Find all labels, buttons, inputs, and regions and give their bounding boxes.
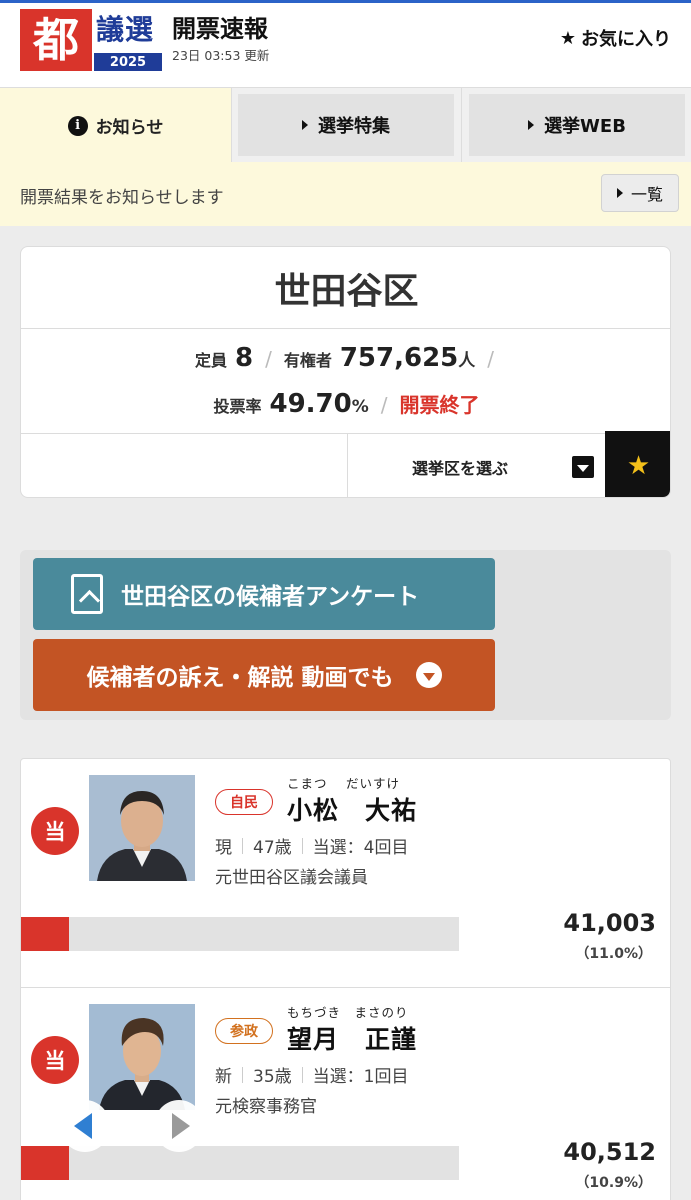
win-count: 当選：1回目 <box>312 1067 409 1087</box>
candidate-career: 元検察事務官 <box>215 1097 317 1117</box>
separator: / <box>265 347 272 371</box>
tab-notice-label: お知らせ <box>95 118 164 138</box>
turnout-unit: % <box>351 397 369 417</box>
tab-web-label: 選挙WEB <box>544 116 626 137</box>
page-title: 開票速報 <box>172 15 268 43</box>
turnout-value: 49.70 <box>269 389 352 419</box>
vote-count: 41,003 <box>563 909 656 937</box>
district-name: 世田谷区 <box>21 247 670 329</box>
candidate-survey-button[interactable]: 世田谷区の候補者アンケート <box>33 558 495 630</box>
carousel-prev-button[interactable] <box>60 1100 110 1152</box>
district-card: 世田谷区 定員 8 / 有権者 757,625人 / 投票率 49.70% / … <box>20 246 671 498</box>
candidate-meta: 現 47歳 当選：4回目 <box>215 833 408 858</box>
video-label: 候補者の訴え・解説 動画でも <box>86 665 394 691</box>
candidate-row[interactable]: 当 参政 もちづき まさのり 望月 正謹 新 35歳 当選：1回目 元検察事務官… <box>21 987 670 1200</box>
win-count: 当選：4回目 <box>312 838 409 858</box>
survey-label: 世田谷区の候補者アンケート <box>121 584 420 610</box>
photo-carousel-controls <box>58 1100 208 1152</box>
tab-bar: i お知らせ 選挙特集 選挙WEB <box>0 87 691 163</box>
incumbency-status: 新 <box>215 1067 232 1087</box>
arrow-left-icon <box>74 1113 92 1139</box>
divider <box>301 1066 303 1083</box>
candidate-meta: 新 35歳 当選：1回目 <box>215 1062 408 1087</box>
candidate-row[interactable]: 当 自民 こまつ だいすけ 小松 大祐 現 47歳 当選：4回目 元世田谷区議会… <box>21 759 670 987</box>
tab-election-web[interactable]: 選挙WEB <box>469 94 685 156</box>
tab-notice[interactable]: i お知らせ <box>0 88 232 163</box>
party-badge: 自民 <box>215 789 273 815</box>
triangle-right-icon <box>528 120 535 130</box>
favorites-label: お気に入り <box>581 29 671 50</box>
notice-bar: 開票結果をお知らせします 一覧 <box>0 162 691 226</box>
separator: / <box>380 393 388 417</box>
vote-percent: （10.9%） <box>575 1175 652 1191</box>
elected-badge: 当 <box>31 807 79 855</box>
updated-timestamp: 23日 03:53 更新 <box>172 48 270 63</box>
favorite-district-button[interactable]: ★ <box>605 431 670 497</box>
list-label: 一覧 <box>630 185 663 204</box>
candidate-name[interactable]: 小松 大祐 <box>287 791 417 827</box>
logo-word[interactable]: 議選 <box>96 8 154 48</box>
info-icon: i <box>67 115 88 136</box>
tab-divider <box>461 88 462 163</box>
voters-value: 757,625 <box>339 343 459 373</box>
candidate-career: 元世田谷区議会議員 <box>215 868 368 888</box>
star-icon: ★ <box>626 450 651 481</box>
candidate-photo[interactable] <box>89 775 195 881</box>
tab-election-feature[interactable]: 選挙特集 <box>238 94 454 156</box>
divider <box>301 837 303 854</box>
vote-share-fill <box>21 917 70 951</box>
voters-unit: 人 <box>458 351 476 371</box>
seats-label: 定員 <box>194 351 227 370</box>
turnout-label: 投票率 <box>213 397 262 416</box>
star-icon: ★ <box>559 27 576 49</box>
chevron-down-icon <box>572 456 594 478</box>
candidate-name[interactable]: 望月 正謹 <box>287 1020 417 1056</box>
district-stats-row1: 定員 8 / 有権者 757,625人 / <box>21 343 670 373</box>
logo-year: 2025 <box>94 53 162 71</box>
favorites-button[interactable]: ★ お気に入り <box>560 25 671 51</box>
divider <box>242 1066 243 1083</box>
district-select-label: 選挙区を選ぶ <box>412 459 509 478</box>
district-select-row: 選挙区を選ぶ ★ <box>21 431 670 497</box>
seats-value: 8 <box>234 343 254 373</box>
vote-count: 40,512 <box>563 1138 656 1166</box>
divider <box>242 837 243 854</box>
separator: / <box>487 347 495 371</box>
district-select-dropdown[interactable]: 選挙区を選ぶ <box>347 434 605 497</box>
carousel-next-button[interactable] <box>154 1100 204 1152</box>
candidate-video-button[interactable]: 候補者の訴え・解説 動画でも <box>33 639 495 711</box>
chevron-down-circle-icon <box>415 662 442 688</box>
arrow-right-icon <box>172 1113 190 1139</box>
party-badge: 参政 <box>215 1018 273 1044</box>
elected-badge: 当 <box>31 1036 79 1084</box>
notice-text[interactable]: 開票結果をお知らせします <box>20 183 224 208</box>
candidate-kana: こまつ だいすけ <box>287 776 400 791</box>
document-icon <box>71 574 103 614</box>
logo-mark[interactable]: 都 <box>20 9 92 71</box>
tab-feature-label: 選挙特集 <box>318 116 390 137</box>
triangle-right-icon <box>616 188 623 198</box>
notice-list-button[interactable]: 一覧 <box>601 174 679 212</box>
candidate-age: 35歳 <box>253 1067 292 1087</box>
vote-share-bar <box>21 917 459 951</box>
candidate-photo[interactable] <box>89 1004 195 1110</box>
candidate-actions-panel: 世田谷区の候補者アンケート 候補者の訴え・解説 動画でも <box>20 550 671 720</box>
site-header: 都 議選 2025 開票速報 23日 03:53 更新 ★ お気に入り <box>0 3 691 87</box>
vote-percent: （11.0%） <box>575 946 652 962</box>
count-status: 開票終了 <box>399 393 480 417</box>
triangle-right-icon <box>302 120 308 130</box>
voters-label: 有権者 <box>283 351 332 370</box>
incumbency-status: 現 <box>215 838 232 858</box>
district-stats-row2: 投票率 49.70% / 開票終了 <box>21 389 670 419</box>
candidate-age: 47歳 <box>253 838 292 858</box>
candidate-kana: もちづき まさのり <box>287 1005 409 1020</box>
